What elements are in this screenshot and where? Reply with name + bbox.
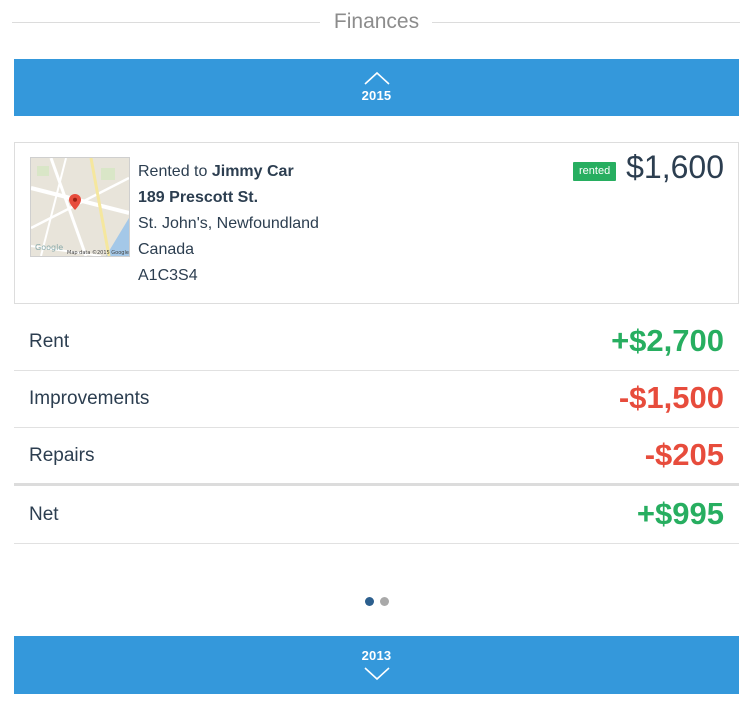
finance-value: +$995 xyxy=(636,496,724,531)
finance-value: -$205 xyxy=(644,437,724,472)
rented-to-label: Rented to xyxy=(138,163,208,180)
finance-value: -$1,500 xyxy=(618,380,724,415)
monthly-rent: $1,600 xyxy=(626,149,724,185)
street-address: 189 Prescott St. xyxy=(138,185,319,211)
page-dot-1[interactable] xyxy=(364,597,374,606)
page-indicator xyxy=(0,597,753,606)
header-divider-right xyxy=(432,22,740,23)
country: Canada xyxy=(138,241,195,258)
street-text: 189 Prescott St. xyxy=(138,189,259,206)
finance-label: Rent xyxy=(29,331,70,352)
chevron-up-icon xyxy=(363,71,390,85)
property-map-thumbnail[interactable]: Google Map data ©2015 Google xyxy=(30,157,130,257)
finance-row-repairs: Repairs -$205 xyxy=(14,428,739,486)
section-title: Finances xyxy=(321,10,432,34)
section-header: Finances xyxy=(0,0,753,44)
finance-row-rent: Rent +$2,700 xyxy=(14,314,739,371)
city-province: St. John's, Newfoundland xyxy=(138,215,319,232)
finance-label: Net xyxy=(29,504,59,525)
finance-label: Improvements xyxy=(29,388,150,409)
google-logo: Google xyxy=(35,243,63,252)
page-dot-2[interactable] xyxy=(379,597,389,606)
finances-page: Finances 2015 Google Map data ©2015 Goog… xyxy=(0,0,753,707)
next-year-label: 2013 xyxy=(361,648,392,663)
finance-label: Repairs xyxy=(29,445,95,466)
previous-year-button[interactable]: 2015 xyxy=(14,59,739,116)
map-attribution: Map data ©2015 Google xyxy=(67,249,129,256)
property-address: Rented to Jimmy Car 189 Prescott St. St.… xyxy=(138,159,319,289)
finance-row-improvements: Improvements -$1,500 xyxy=(14,371,739,428)
tenant-name: Jimmy Car xyxy=(211,163,294,180)
finance-row-net: Net +$995 xyxy=(14,487,739,544)
status-badge: rented xyxy=(573,162,617,181)
map-pin-icon xyxy=(69,194,81,210)
previous-year-label: 2015 xyxy=(361,88,392,103)
finance-value: +$2,700 xyxy=(611,323,724,358)
header-divider-left xyxy=(12,22,320,23)
tenant-line: Rented to Jimmy Car xyxy=(138,159,319,185)
chevron-down-icon xyxy=(363,667,390,681)
postal-code: A1C3S4 xyxy=(138,267,198,284)
property-card[interactable]: Google Map data ©2015 Google Rented to J… xyxy=(14,142,739,304)
next-year-button[interactable]: 2013 xyxy=(14,636,739,694)
